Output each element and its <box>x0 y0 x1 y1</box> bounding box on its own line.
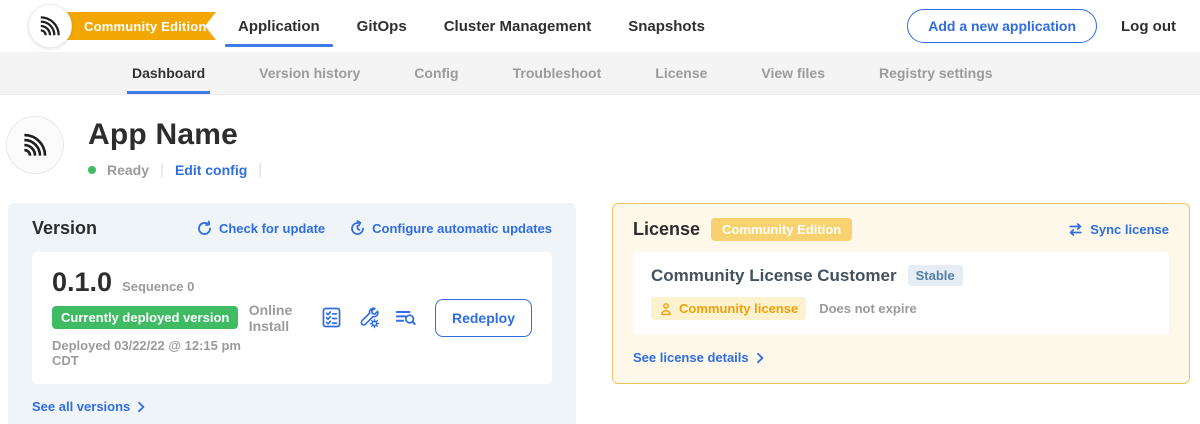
top-nav: Community Edition Application GitOps Clu… <box>0 0 1200 52</box>
configure-automatic-updates-label: Configure automatic updates <box>372 221 552 236</box>
replicated-logo-icon <box>20 130 50 160</box>
subnav-item-dashboard[interactable]: Dashboard <box>105 52 232 94</box>
see-license-details-label: See license details <box>633 350 749 365</box>
customer-row: Community License Customer Stable <box>651 265 1151 286</box>
subnav-item-view-files[interactable]: View files <box>734 52 852 94</box>
dashboard-content: Version Check for update <box>0 178 1200 424</box>
replicated-logo-icon <box>37 13 63 39</box>
license-card-title: License <box>633 219 700 240</box>
app-logo[interactable] <box>28 4 72 48</box>
version-number-row: 0.1.0 Sequence 0 <box>52 267 249 298</box>
sync-license-label: Sync license <box>1090 222 1169 237</box>
topnav-links: Application GitOps Cluster Management Sn… <box>238 0 705 52</box>
community-edition-ribbon-label: Community Edition <box>84 19 207 34</box>
version-details: 0.1.0 Sequence 0 Currently deployed vers… <box>52 267 249 368</box>
app-avatar <box>6 116 64 174</box>
person-icon <box>659 302 673 316</box>
subnav-item-license[interactable]: License <box>628 52 734 94</box>
swap-arrows-icon <box>1067 221 1084 238</box>
refresh-icon <box>196 220 213 237</box>
view-diff-icon[interactable] <box>394 306 417 329</box>
current-version-panel: 0.1.0 Sequence 0 Currently deployed vers… <box>32 252 552 384</box>
status-dot <box>88 166 96 174</box>
see-all-versions-label: See all versions <box>32 399 130 414</box>
license-type-row: Community license Does not expire <box>651 297 1151 320</box>
version-card-actions: Check for update Configure automatic upd… <box>196 220 552 237</box>
configure-automatic-updates-link[interactable]: Configure automatic updates <box>349 220 552 237</box>
sequence-label: Sequence 0 <box>122 279 194 294</box>
subnav-item-troubleshoot[interactable]: Troubleshoot <box>486 52 629 94</box>
add-new-application-button[interactable]: Add a new application <box>907 9 1097 43</box>
see-all-versions-link[interactable]: See all versions <box>32 399 552 414</box>
license-details-panel: Community License Customer Stable Commun… <box>633 252 1169 335</box>
channel-badge: Stable <box>908 265 963 286</box>
preflight-checks-icon[interactable] <box>320 306 343 329</box>
community-edition-badge: Community Edition <box>711 218 852 241</box>
topnav-right: Add a new application Log out <box>907 9 1176 43</box>
brand: Community Edition <box>28 4 218 48</box>
license-card-header: License Community Edition Sync license <box>633 218 1169 241</box>
topnav-item-application[interactable]: Application <box>238 0 320 52</box>
version-card: Version Check for update <box>8 203 576 424</box>
license-card: License Community Edition Sync license C… <box>612 203 1190 384</box>
subnav-item-version-history[interactable]: Version history <box>232 52 387 94</box>
see-license-details-link[interactable]: See license details <box>633 350 1169 365</box>
app-status-row: Ready | Edit config | <box>88 161 262 178</box>
version-actions: Online Install <box>249 299 532 337</box>
page-title: App Name <box>88 118 262 152</box>
topnav-item-cluster-management[interactable]: Cluster Management <box>444 0 592 52</box>
check-for-update-label: Check for update <box>219 221 325 236</box>
expiry-text: Does not expire <box>819 301 917 316</box>
customer-name: Community License Customer <box>651 266 897 286</box>
config-wrench-icon[interactable] <box>357 306 380 329</box>
app-info: App Name Ready | Edit config | <box>88 116 262 178</box>
topnav-item-snapshots[interactable]: Snapshots <box>628 0 705 52</box>
version-card-title: Version <box>32 218 97 239</box>
subnav-item-registry-settings[interactable]: Registry settings <box>852 52 1020 94</box>
divider: | <box>160 161 164 178</box>
topnav-item-gitops[interactable]: GitOps <box>357 0 407 52</box>
license-type-label: Community license <box>679 301 798 316</box>
status-badge: Ready <box>107 162 149 178</box>
currently-deployed-badge: Currently deployed version <box>52 306 238 329</box>
subnav-item-config[interactable]: Config <box>387 52 485 94</box>
license-type-badge: Community license <box>651 297 806 320</box>
sub-nav: Dashboard Version history Config Trouble… <box>0 52 1200 95</box>
check-for-update-link[interactable]: Check for update <box>196 220 325 237</box>
chevron-right-icon <box>754 352 766 364</box>
app-header: App Name Ready | Edit config | <box>6 116 1200 178</box>
divider: | <box>258 161 262 178</box>
install-type-label: Online Install <box>249 302 304 334</box>
redeploy-button[interactable]: Redeploy <box>435 299 532 337</box>
clock-refresh-icon <box>349 220 366 237</box>
chevron-right-icon <box>135 401 147 413</box>
sync-license-link[interactable]: Sync license <box>1067 221 1169 238</box>
edit-config-link[interactable]: Edit config <box>175 162 247 178</box>
version-number: 0.1.0 <box>52 267 112 298</box>
deployed-timestamp: Deployed 03/22/22 @ 12:15 pm CDT <box>52 338 249 368</box>
community-edition-ribbon: Community Edition <box>48 12 216 40</box>
version-card-header: Version Check for update <box>32 218 552 239</box>
logout-button[interactable]: Log out <box>1121 18 1176 35</box>
